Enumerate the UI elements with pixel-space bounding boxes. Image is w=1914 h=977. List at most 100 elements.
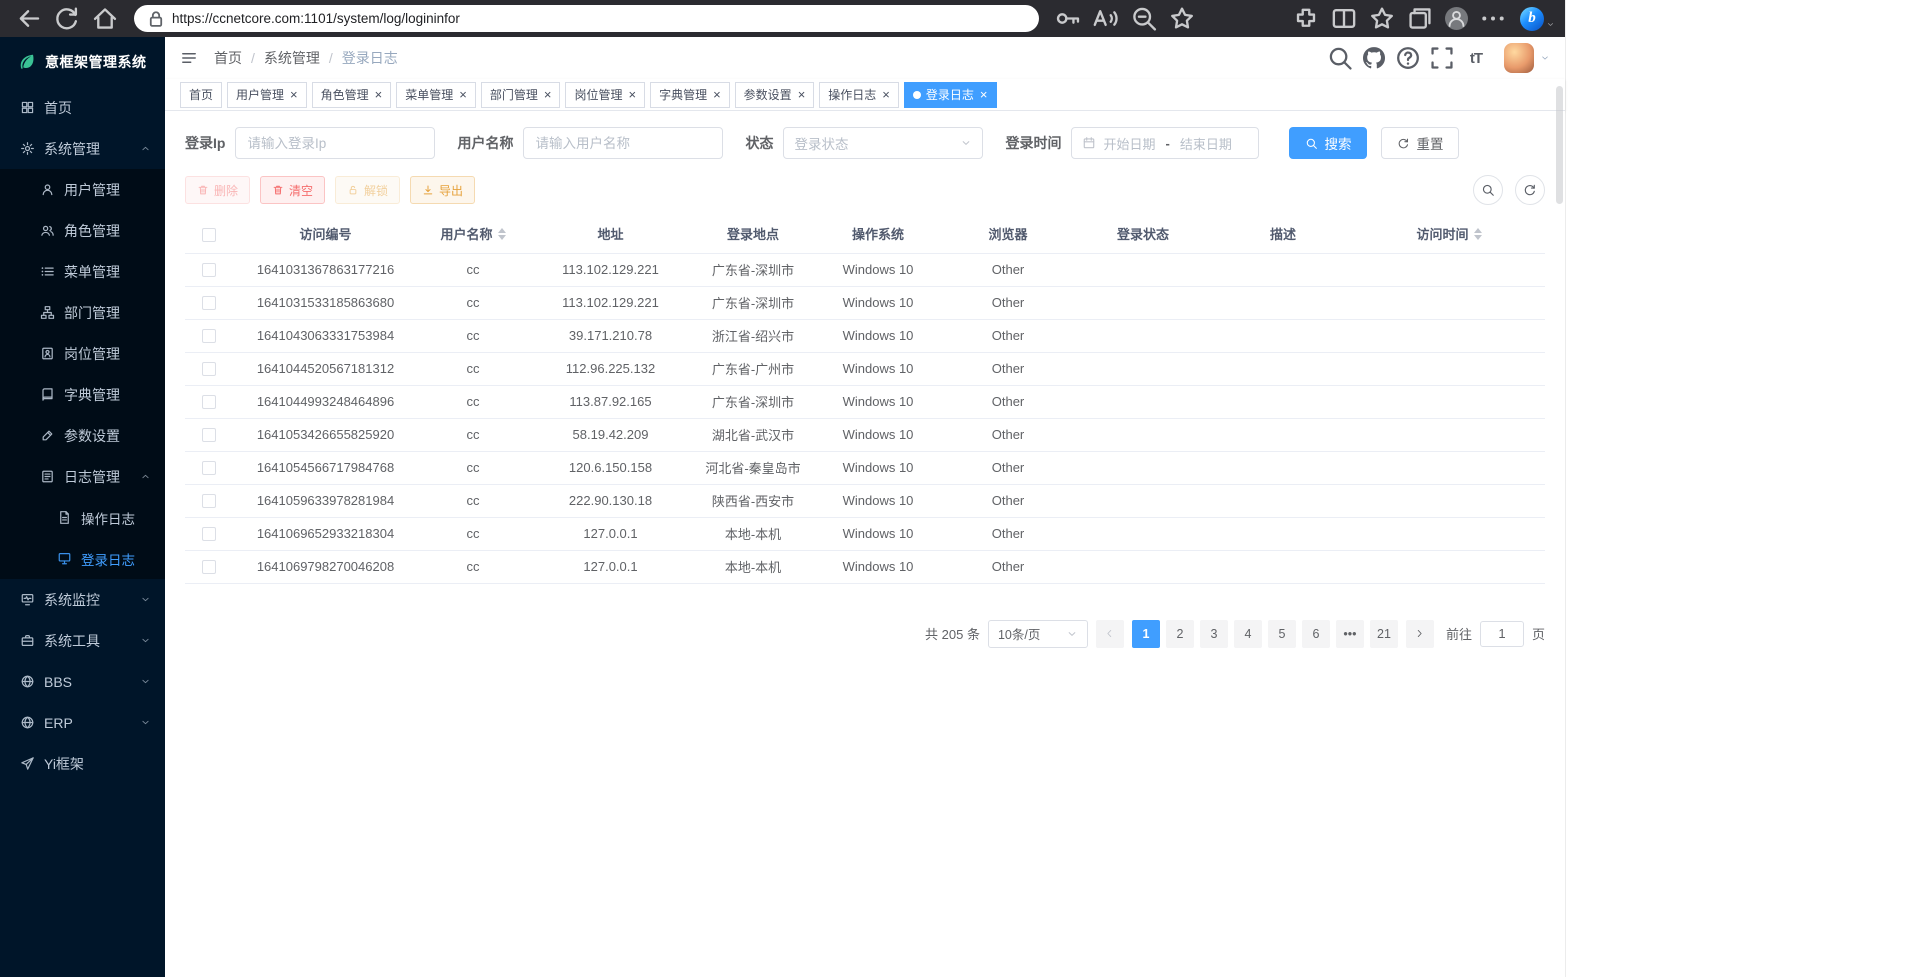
breadcrumb-item[interactable]: 首页 [214,48,242,68]
user-avatar[interactable] [1504,43,1534,73]
help-icon[interactable] [1394,44,1422,72]
font-size-icon[interactable]: tT [1462,44,1490,72]
tab-item[interactable]: 操作日志× [819,82,899,108]
page-button[interactable]: 5 [1268,620,1296,648]
row-checkbox[interactable] [202,428,216,442]
tab-close-icon[interactable]: × [459,88,467,101]
tab-item[interactable]: 字典管理× [650,82,730,108]
row-checkbox[interactable] [202,329,216,343]
unlock-button[interactable]: 解锁 [335,176,400,204]
page-button[interactable]: 3 [1200,620,1228,648]
breadcrumb-item[interactable]: 系统管理 [264,48,320,68]
chevron-down-icon[interactable] [1540,53,1550,63]
extensions-icon[interactable] [1291,4,1321,33]
page-button[interactable]: 21 [1370,620,1398,648]
site-info-lock-icon[interactable] [144,8,168,30]
sidebar-item-menu-management[interactable]: 菜单管理 [0,251,165,292]
chevron-down-icon[interactable] [1546,20,1555,29]
next-page-button[interactable] [1406,620,1434,648]
sidebar-item-param-settings[interactable]: 参数设置 [0,415,165,456]
select-all-checkbox[interactable] [202,228,216,242]
split-screen-icon[interactable] [1329,4,1359,33]
page-size-select[interactable]: 10条/页 [988,620,1088,648]
favorites-icon[interactable] [1367,4,1397,33]
tab-item[interactable]: 角色管理× [312,82,392,108]
row-checkbox[interactable] [202,560,216,574]
sidebar-item-login-log[interactable]: 登录日志 [0,538,165,579]
tab-item[interactable]: 岗位管理× [565,82,645,108]
login-ip-input[interactable] [235,127,435,159]
sidebar-item-dict-management[interactable]: 字典管理 [0,374,165,415]
browser-home-button[interactable] [90,4,120,33]
goto-page-input[interactable] [1480,621,1524,647]
status-select[interactable]: 登录状态 [783,127,983,159]
row-checkbox[interactable] [202,263,216,277]
page-button[interactable]: 2 [1166,620,1194,648]
page-button[interactable]: 4 [1234,620,1262,648]
clear-button[interactable]: 清空 [260,176,325,204]
header-search-icon[interactable] [1326,44,1354,72]
prev-page-button[interactable] [1096,620,1124,648]
row-checkbox[interactable] [202,395,216,409]
page-button[interactable]: 6 [1302,620,1330,648]
sidebar-item-user-management[interactable]: 用户管理 [0,169,165,210]
sort-caret-icon[interactable] [498,228,506,240]
tab-item[interactable]: 登录日志× [904,82,997,108]
toggle-search-button[interactable] [1473,175,1503,205]
read-aloud-icon[interactable] [1091,4,1121,33]
tab-item[interactable]: 参数设置× [735,82,815,108]
sidebar-item-system-management[interactable]: 系统管理 [0,128,165,169]
sidebar-item-log-management[interactable]: 日志管理 [0,456,165,497]
tab-item[interactable]: 首页 [180,82,222,108]
browser-profile-avatar[interactable] [1445,7,1468,30]
tab-close-icon[interactable]: × [375,88,383,101]
refresh-table-button[interactable] [1515,175,1545,205]
zoom-out-icon[interactable] [1129,4,1159,33]
tab-close-icon[interactable]: × [882,88,890,101]
address-bar[interactable]: https://ccnetcore.com:1101/system/log/lo… [134,5,1039,32]
tab-item[interactable]: 部门管理× [481,82,561,108]
bing-copilot-icon[interactable]: b [1520,7,1544,31]
login-time-range-picker[interactable]: 开始日期 - 结束日期 [1071,127,1259,159]
pagination-more-button[interactable]: ••• [1336,620,1364,648]
sidebar-item-system-monitor[interactable]: 系统监控 [0,579,165,620]
add-favorite-icon[interactable] [1167,4,1197,33]
page-button[interactable]: 1 [1132,620,1160,648]
sidebar-item-bbs[interactable]: BBS [0,661,165,702]
github-icon[interactable] [1360,44,1388,72]
sort-caret-icon[interactable] [1474,228,1482,240]
row-checkbox[interactable] [202,494,216,508]
fullscreen-icon[interactable] [1428,44,1456,72]
tab-close-icon[interactable]: × [290,88,298,101]
tab-close-icon[interactable]: × [713,88,721,101]
tab-item[interactable]: 菜单管理× [396,82,476,108]
sidebar-item-home[interactable]: 首页 [0,87,165,128]
tab-close-icon[interactable]: × [628,88,636,101]
browser-refresh-button[interactable] [52,4,82,33]
scrollbar-thumb[interactable] [1556,86,1563,204]
user-name-input[interactable] [523,127,723,159]
export-button[interactable]: 导出 [410,176,475,204]
row-checkbox[interactable] [202,527,216,541]
tab-close-icon[interactable]: × [544,88,552,101]
delete-button[interactable]: 删除 [185,176,250,204]
row-checkbox[interactable] [202,296,216,310]
browser-menu-icon[interactable] [1478,4,1508,33]
sidebar-item-system-tools[interactable]: 系统工具 [0,620,165,661]
sidebar-item-dept-management[interactable]: 部门管理 [0,292,165,333]
tab-item[interactable]: 用户管理× [227,82,307,108]
tab-close-icon[interactable]: × [798,88,806,101]
tab-close-icon[interactable]: × [980,88,988,101]
search-button[interactable]: 搜索 [1289,127,1367,159]
sidebar-item-erp[interactable]: ERP [0,702,165,743]
row-checkbox[interactable] [202,362,216,376]
password-manager-icon[interactable] [1053,4,1083,33]
sidebar-item-operation-log[interactable]: 操作日志 [0,497,165,538]
sidebar-item-role-management[interactable]: 角色管理 [0,210,165,251]
sidebar-collapse-icon[interactable] [180,49,198,67]
collections-icon[interactable] [1405,4,1435,33]
sidebar-item-yi-framework[interactable]: Yi框架 [0,743,165,784]
sidebar-item-post-management[interactable]: 岗位管理 [0,333,165,374]
browser-back-button[interactable] [14,4,44,33]
row-checkbox[interactable] [202,461,216,475]
